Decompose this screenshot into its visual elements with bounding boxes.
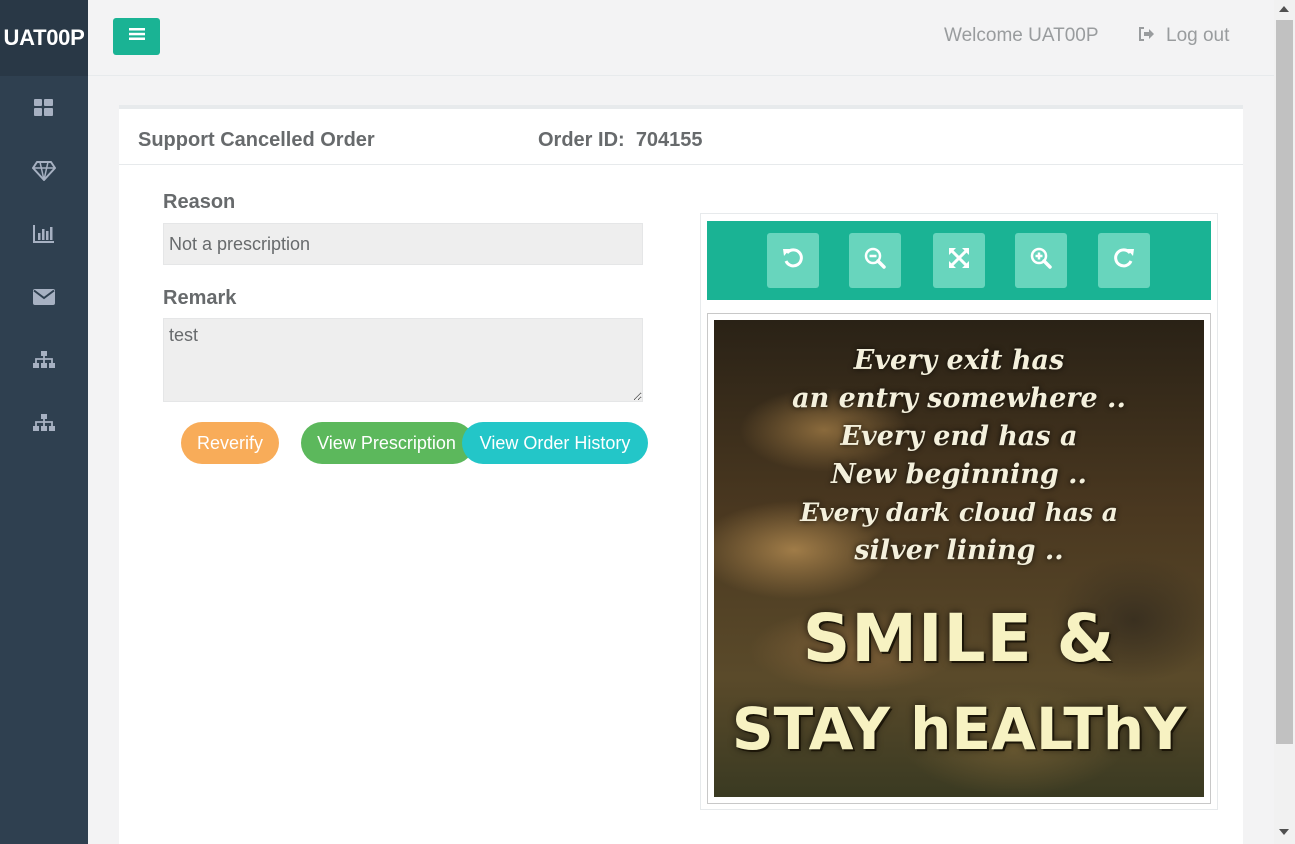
logout-label: Log out [1166, 25, 1230, 46]
rotate-right-icon [1113, 247, 1135, 274]
prescription-image[interactable]: Every exit has an entry somewhere .. Eve… [714, 320, 1204, 797]
reverify-button[interactable]: Reverify [181, 422, 279, 464]
image-text-line-6: silver lining .. [854, 535, 1064, 566]
scroll-up-arrow-icon[interactable] [1279, 6, 1289, 12]
page-scrollbar[interactable] [1274, 0, 1295, 844]
top-navbar: Welcome UAT00P Log out [88, 0, 1274, 76]
rotate-right-button[interactable] [1098, 233, 1150, 288]
viewer-toolbar [707, 221, 1211, 300]
reason-label: Reason [163, 191, 236, 213]
image-headline-2: STAY hEALThY [731, 695, 1187, 763]
view-prescription-label: View Prescription [317, 432, 456, 453]
sidebar-item-structure[interactable] [0, 328, 88, 391]
remark-label: Remark [163, 287, 237, 309]
zoom-out-icon [864, 247, 886, 274]
diamond-icon [32, 160, 56, 181]
image-text-line-2: an entry somewhere .. [792, 383, 1126, 414]
logout-link[interactable]: Log out [1138, 25, 1229, 47]
view-prescription-button[interactable]: View Prescription [301, 422, 474, 464]
page-title: Support Cancelled Order [138, 129, 375, 151]
sidebar: UAT00P [0, 0, 88, 844]
image-text-line-4: New beginning .. [831, 459, 1087, 490]
zoom-in-button[interactable] [1015, 233, 1067, 288]
hamburger-icon [128, 27, 145, 46]
prescription-viewer: Every exit has an entry somewhere .. Eve… [700, 213, 1218, 810]
remark-field[interactable]: test [163, 318, 643, 402]
sidebar-item-reports[interactable] [0, 202, 88, 265]
zoom-in-icon [1030, 247, 1052, 274]
image-text-line-1: Every exit has [853, 345, 1065, 376]
order-id: Order ID: 704155 [538, 129, 703, 152]
view-order-history-button[interactable]: View Order History [462, 422, 648, 464]
zoom-out-button[interactable] [849, 233, 901, 288]
brand-logo[interactable]: UAT00P [0, 0, 88, 76]
sitemap-icon [33, 413, 55, 432]
sidebar-item-dashboard[interactable] [0, 76, 88, 139]
panel-header: Support Cancelled Order Order ID: 704155 [119, 109, 1243, 165]
fit-to-screen-button[interactable] [933, 233, 985, 288]
order-id-label: Order ID: [538, 129, 625, 151]
image-text-line-5: Every dark cloud has a [800, 498, 1118, 527]
fit-screen-icon [948, 247, 970, 274]
order-id-value: 704155 [635, 129, 703, 151]
image-text-line-3: Every end has a [840, 421, 1078, 452]
sign-out-icon [1138, 25, 1155, 47]
prescription-image-frame: Every exit has an entry somewhere .. Eve… [707, 313, 1211, 804]
menu-toggle-button[interactable] [113, 18, 160, 55]
welcome-message: Welcome UAT00P [944, 25, 1099, 46]
dashboard-icon [34, 98, 54, 117]
reason-field[interactable]: Not a prescription [163, 223, 643, 265]
sidebar-item-organization[interactable] [0, 391, 88, 454]
scroll-down-arrow-icon[interactable] [1279, 829, 1289, 835]
bar-chart-icon [33, 224, 55, 243]
envelope-icon [33, 288, 55, 305]
sidebar-item-products[interactable] [0, 139, 88, 202]
image-headline-1: SMILE & [802, 600, 1116, 677]
scrollbar-thumb[interactable] [1276, 20, 1293, 744]
sitemap-icon [33, 350, 55, 369]
support-cancelled-order-panel: Support Cancelled Order Order ID: 704155… [119, 105, 1243, 844]
sidebar-item-messages[interactable] [0, 265, 88, 328]
rotate-left-icon [782, 247, 804, 274]
rotate-left-button[interactable] [767, 233, 819, 288]
